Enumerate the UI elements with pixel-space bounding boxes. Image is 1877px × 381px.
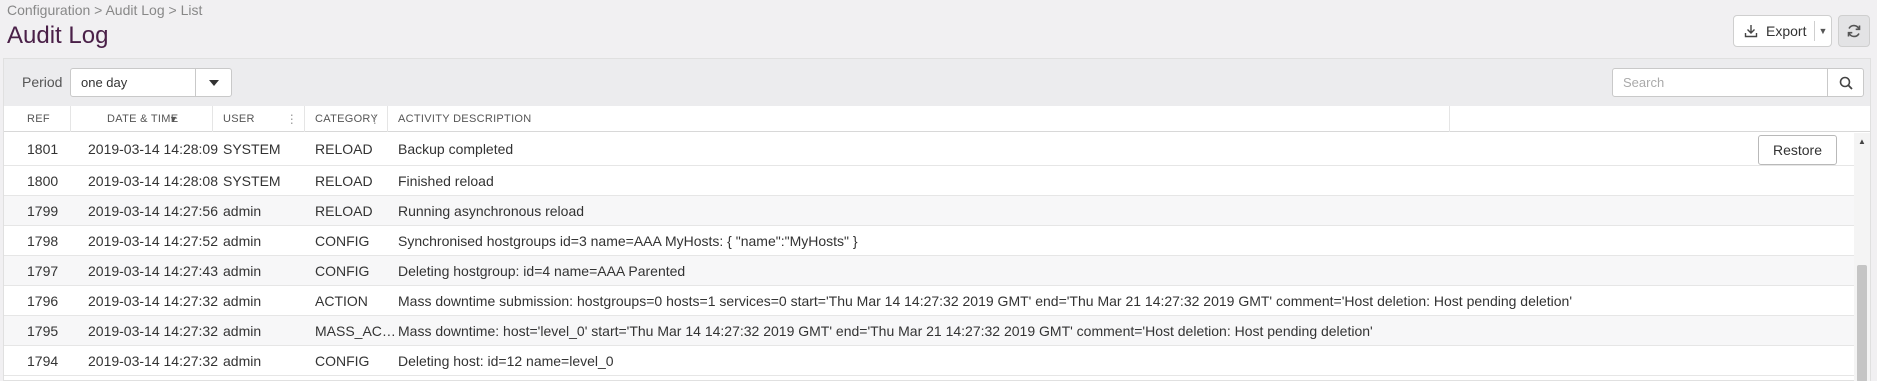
download-icon — [1744, 25, 1758, 38]
cell-user: SYSTEM — [223, 141, 281, 157]
column-header-ref-label: REF — [27, 113, 50, 125]
restore-button[interactable]: Restore — [1758, 135, 1837, 165]
export-dropdown-icon[interactable]: ▼ — [1815, 26, 1831, 36]
cell-activity: Backup completed — [398, 141, 514, 157]
cell-user: admin — [223, 202, 262, 219]
scroll-up-icon[interactable]: ▲ — [1858, 137, 1866, 146]
cell-category: ACTION — [315, 292, 368, 309]
column-header-category[interactable]: CATEGORY ⋮ — [305, 106, 388, 132]
cell-ref: 1798 — [27, 232, 59, 249]
cell-user: admin — [223, 262, 262, 279]
cell-ref: 1797 — [27, 262, 59, 279]
cell-ref: 1794 — [27, 352, 59, 369]
column-header-actions — [1450, 106, 1870, 132]
column-menu-icon[interactable]: ⋮ — [286, 106, 298, 132]
cell-datetime: 2019-03-14 14:28:08 — [88, 172, 218, 189]
table-row[interactable]: 1796 2019-03-14 14:27:32 admin ACTION Ma… — [4, 286, 1854, 316]
search-icon[interactable] — [1827, 69, 1863, 96]
cell-category: RELOAD — [315, 172, 373, 189]
search-input[interactable] — [1613, 69, 1827, 96]
cell-user: SYSTEM — [223, 172, 281, 189]
column-header-activity-label: ACTIVITY DESCRIPTION — [398, 113, 532, 125]
cell-activity: Deleting host: id=12 name=level_0 — [398, 352, 614, 369]
table-row[interactable]: 1801 2019-03-14 14:28:09 SYSTEM RELOAD B… — [4, 133, 1854, 166]
search-box — [1612, 68, 1864, 97]
column-header-activity[interactable]: ACTIVITY DESCRIPTION — [388, 106, 1450, 132]
cell-category: RELOAD — [315, 202, 373, 219]
period-value: one day — [81, 75, 128, 90]
cell-datetime: 2019-03-14 14:27:32 — [88, 292, 218, 309]
column-header-user[interactable]: USER ⋮ — [213, 106, 305, 132]
cell-datetime: 2019-03-14 14:27:32 — [88, 352, 218, 369]
cell-datetime: 2019-03-14 14:27:56 — [88, 202, 218, 219]
sort-desc-icon: ▼ — [169, 114, 179, 124]
cell-category: CONFIG — [315, 352, 370, 369]
period-label: Period — [22, 74, 63, 90]
cell-ref: 1795 — [27, 322, 59, 339]
cell-category: CONFIG — [315, 232, 370, 249]
cell-datetime: 2019-03-14 14:28:09 — [88, 141, 218, 157]
breadcrumb: Configuration > Audit Log > List — [7, 2, 203, 18]
cell-datetime: 2019-03-14 14:27:32 — [88, 322, 218, 339]
export-button[interactable]: Export ▼ — [1733, 15, 1832, 47]
cell-activity: Deleting hostgroup: id=4 name=AAA Parent… — [398, 262, 686, 279]
cell-category: CONFIG — [315, 262, 370, 279]
cell-ref: 1800 — [27, 172, 59, 189]
page-title: Audit Log — [7, 22, 109, 49]
cell-activity: Running asynchronous reload — [398, 202, 585, 219]
cell-ref: 1801 — [27, 141, 59, 157]
cell-category: RELOAD — [315, 141, 373, 157]
cell-user: admin — [223, 322, 262, 339]
refresh-icon — [1847, 24, 1861, 38]
cell-user: admin — [223, 352, 262, 369]
cell-ref: 1796 — [27, 292, 59, 309]
export-label: Export — [1766, 23, 1807, 39]
scrollbar-thumb[interactable] — [1857, 265, 1867, 381]
cell-datetime: 2019-03-14 14:27:52 — [88, 232, 218, 249]
cell-activity: Mass downtime: host='level_0' start='Thu… — [398, 322, 1373, 339]
table-body: 1801 2019-03-14 14:28:09 SYSTEM RELOAD B… — [4, 133, 1854, 376]
column-menu-icon[interactable]: ⋮ — [369, 106, 381, 132]
filter-toolbar: Period one day — [4, 59, 1870, 106]
table-row[interactable]: 1798 2019-03-14 14:27:52 admin CONFIG Sy… — [4, 226, 1854, 256]
cell-user: admin — [223, 232, 262, 249]
column-header-datetime[interactable]: DATE & TIME ▼ — [71, 106, 213, 132]
refresh-button[interactable] — [1838, 15, 1870, 47]
column-header-ref[interactable]: REF — [4, 106, 71, 132]
caret-down-icon[interactable] — [195, 69, 231, 96]
table-row[interactable]: 1799 2019-03-14 14:27:56 admin RELOAD Ru… — [4, 196, 1854, 226]
cell-ref: 1799 — [27, 202, 59, 219]
cell-datetime: 2019-03-14 14:27:43 — [88, 262, 218, 279]
audit-log-panel: Period one day REF DATE & TIME ▼ U — [3, 58, 1871, 381]
column-header-user-label: USER — [223, 113, 255, 125]
table-row[interactable]: 1797 2019-03-14 14:27:43 admin CONFIG De… — [4, 256, 1854, 286]
table-row[interactable]: 1794 2019-03-14 14:27:32 admin CONFIG De… — [4, 346, 1854, 376]
table-header: REF DATE & TIME ▼ USER ⋮ CATEGORY ⋮ ACTI… — [4, 106, 1870, 132]
cell-user: admin — [223, 292, 262, 309]
period-select[interactable]: one day — [70, 68, 232, 97]
cell-activity: Finished reload — [398, 172, 494, 189]
cell-activity: Synchronised hostgroups id=3 name=AAA My… — [398, 232, 858, 249]
column-header-datetime-label: DATE & TIME — [107, 113, 179, 125]
cell-category: MASS_AC… — [315, 322, 396, 339]
table-row[interactable]: 1800 2019-03-14 14:28:08 SYSTEM RELOAD F… — [4, 166, 1854, 196]
vertical-scrollbar[interactable]: ▲ — [1854, 133, 1870, 381]
table-row[interactable]: 1795 2019-03-14 14:27:32 admin MASS_AC… … — [4, 316, 1854, 346]
cell-activity: Mass downtime submission: hostgroups=0 h… — [398, 292, 1573, 309]
